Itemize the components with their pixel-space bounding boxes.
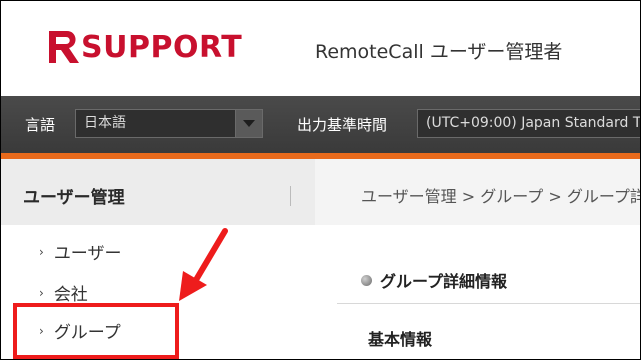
sidebar-header: ユーザー管理 [1,159,315,225]
breadcrumb-bar: ユーザー管理 > グループ > グループ詳細情報 [315,159,640,225]
chevron-down-icon[interactable] [235,110,262,137]
language-select[interactable]: 日本語 [75,109,263,138]
section-divider [337,303,640,304]
language-label: 言語 [25,116,56,134]
chevron-right-icon: › [39,285,44,300]
app-window: SUPPORT RemoteCall ユーザー管理者 言語 日本語 出力基準時間… [0,0,641,360]
sidebar-divider [290,186,291,206]
logo-r-icon [49,31,79,63]
sidebar-item-label: ユーザー [53,244,122,264]
annotation-arrow-icon [179,228,228,301]
language-select-value: 日本語 [84,115,126,131]
subsection-title: 基本情報 [368,330,433,349]
section-title-text: グループ詳細情報 [380,272,508,291]
section-title: グループ詳細情報 [361,268,507,292]
output-time-select[interactable]: (UTC+09:00) Japan Standard Time [417,109,641,138]
sidebar-item-users[interactable]: › ユーザー [39,239,121,264]
breadcrumb: ユーザー管理 > グループ > グループ詳細情報 [361,187,640,206]
annotation-highlight-box [13,303,179,359]
output-time-label: 出力基準時間 [297,116,388,134]
header: SUPPORT RemoteCall ユーザー管理者 [1,1,640,96]
chevron-right-icon: › [39,244,44,259]
sidebar-item-label: 会社 [53,285,88,305]
rsupport-logo[interactable]: SUPPORT [43,27,242,67]
app-title: RemoteCall ユーザー管理者 [315,41,563,63]
bullet-icon [361,274,372,286]
sidebar-title: ユーザー管理 [23,188,125,208]
output-time-select-value: (UTC+09:00) Japan Standard Time [426,115,641,131]
logo-text: SUPPORT [81,29,243,65]
sidebar-item-company[interactable]: › 会社 [39,280,88,305]
